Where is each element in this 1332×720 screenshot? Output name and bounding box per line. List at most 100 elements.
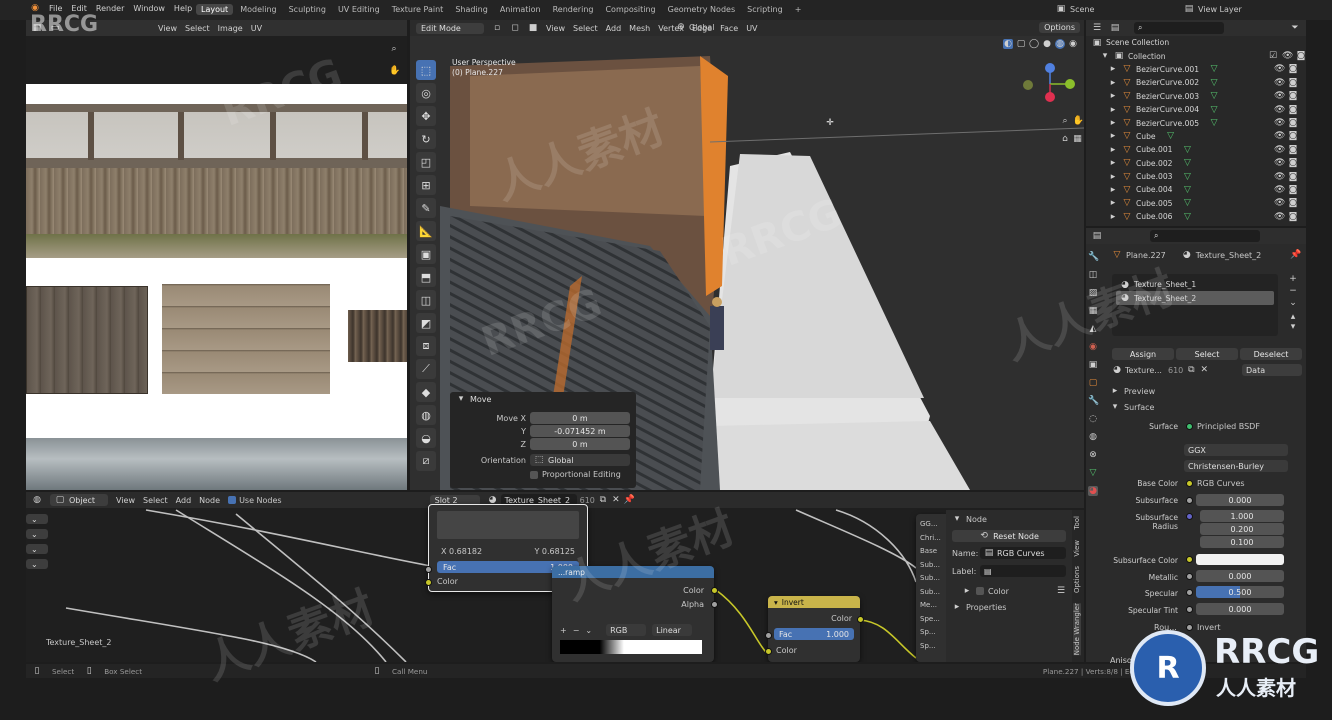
expand-arrow-icon[interactable]: ▸ <box>1108 145 1118 155</box>
tab-uv-editing[interactable]: UV Editing <box>333 4 385 15</box>
outliner-item[interactable]: ▸ ▽ BezierCurve.004 ▽ 👁 ◙ <box>1086 103 1306 116</box>
particles-tab-icon[interactable]: ◌ <box>1088 414 1098 424</box>
vertex-select-icon[interactable]: ▫ <box>492 23 502 33</box>
tab-node-wrangler[interactable]: Node Wrangler <box>1073 603 1081 656</box>
outliner-scene-collection[interactable]: ▣ Scene Collection <box>1086 36 1306 49</box>
menu-uv[interactable]: UV <box>746 24 757 33</box>
menu-add[interactable]: Add <box>606 24 622 33</box>
invert-out-socket-icon[interactable] <box>857 616 864 623</box>
camera-icon[interactable]: ◙ <box>1288 212 1298 222</box>
eye-icon[interactable]: 👁 <box>1274 185 1285 195</box>
world-tab-icon[interactable]: ◉ <box>1088 342 1098 352</box>
ramp-gradient[interactable] <box>560 640 702 654</box>
outliner-item[interactable]: ▸ ▽ BezierCurve.002 ▽ 👁 ◙ <box>1086 76 1306 89</box>
hand-icon[interactable]: ✋ <box>389 66 400 76</box>
viewport-3d[interactable]: Edit Mode ▫ ◻ ■ View Select Add Mesh Ver… <box>410 20 1084 490</box>
view-layer-tab-icon[interactable]: ▦ <box>1088 306 1098 316</box>
expand-arrow-icon[interactable]: ▸ <box>1108 185 1118 195</box>
loop-cut-tool-icon[interactable]: ⧈ <box>416 336 436 356</box>
extrude-tool-icon[interactable]: ⬒ <box>416 267 436 287</box>
subsurface-radius-z[interactable]: 0.100 <box>1200 536 1284 548</box>
remove-stop-icon[interactable]: − <box>573 626 580 635</box>
surface-section[interactable]: ▾ Surface <box>1110 402 1155 412</box>
camera-icon[interactable]: ◙ <box>1288 145 1298 155</box>
zoom-icon[interactable]: ⌕ <box>1060 116 1070 126</box>
blender-logo-icon[interactable]: ◉ <box>30 3 40 13</box>
preview-section[interactable]: ▸ Preview <box>1110 386 1155 396</box>
tab-options[interactable]: Options <box>1073 566 1081 593</box>
outliner-item[interactable]: ▸ ▽ BezierCurve.003 ▽ 👁 ◙ <box>1086 90 1306 103</box>
node-color-row[interactable]: ▸ Color ☰ <box>946 580 1072 598</box>
camera-icon[interactable]: ◙ <box>1288 172 1298 182</box>
camera-icon[interactable]: ◙ <box>1296 51 1306 61</box>
node-editor[interactable]: ◍ ▢ Object View Select Add Node Use Node… <box>26 492 1084 662</box>
smooth-tool-icon[interactable]: ◒ <box>416 428 436 448</box>
ramp-interpolation[interactable]: Linear <box>652 624 693 636</box>
camera-icon[interactable]: ◙ <box>1288 158 1298 168</box>
filter-icon[interactable]: ⏷ <box>1290 23 1300 33</box>
ramp-color-socket-icon[interactable] <box>711 587 718 594</box>
select-button[interactable]: Select <box>1176 348 1238 360</box>
face-select-icon[interactable]: ■ <box>528 23 538 33</box>
assign-button[interactable]: Assign <box>1112 348 1174 360</box>
add-workspace-icon[interactable]: + <box>790 4 807 15</box>
ramp-color-mode[interactable]: RGB <box>606 624 647 636</box>
eye-icon[interactable]: 👁 <box>1282 51 1293 61</box>
specular-field[interactable]: 0.500 <box>1196 586 1284 598</box>
outliner-item[interactable]: ▸ ▽ Cube.001 ▽ 👁 ◙ <box>1086 143 1306 156</box>
rotate-tool-icon[interactable]: ↻ <box>416 129 436 149</box>
camera-icon[interactable]: ◙ <box>1288 64 1298 74</box>
outliner-item[interactable]: ▸ ▽ Cube.005 ▽ 👁 ◙ <box>1086 197 1306 210</box>
move-tool-icon[interactable]: ✥ <box>416 106 436 126</box>
menu-view[interactable]: View <box>546 24 565 33</box>
material-tab-icon[interactable]: ◕ <box>1088 486 1098 496</box>
expand-arrow-icon[interactable]: ▸ <box>1108 131 1118 141</box>
camera-icon[interactable]: ◙ <box>1288 118 1298 128</box>
eye-icon[interactable]: 👁 <box>1274 91 1285 101</box>
spin-tool-icon[interactable]: ◍ <box>416 405 436 425</box>
inset-tool-icon[interactable]: ◫ <box>416 290 436 310</box>
distribution-dropdown[interactable]: GGX <box>1184 444 1288 456</box>
node-section-header[interactable]: ▾ Node <box>946 510 1072 528</box>
eye-icon[interactable]: 👁 <box>1274 78 1285 88</box>
constraints-tab-icon[interactable]: ⊗ <box>1088 450 1098 460</box>
object-tab-icon[interactable]: ▢ <box>1088 378 1098 388</box>
eye-icon[interactable]: 👁 <box>1274 105 1285 115</box>
slot-menu-icon[interactable]: ⌄ <box>1288 298 1298 308</box>
camera-icon[interactable]: ◙ <box>1288 185 1298 195</box>
move-x-field[interactable]: 0 m <box>530 412 630 424</box>
subsurface-color-swatch[interactable] <box>1196 554 1284 565</box>
subsurface-radius-x[interactable]: 1.000 <box>1200 510 1284 522</box>
outliner-search[interactable]: ⌕ <box>1134 22 1224 34</box>
outliner-item[interactable]: ▸ ▽ Cube.002 ▽ 👁 ◙ <box>1086 157 1306 170</box>
expand-arrow-icon[interactable]: ▸ <box>1108 78 1118 88</box>
expand-arrow-icon[interactable]: ▸ <box>1108 158 1118 168</box>
color-ramp-node[interactable]: ...ramp Color Alpha + − ⌄ RGB Linear <box>552 566 714 662</box>
tool-tab-icon[interactable]: 🔧 <box>1088 252 1099 262</box>
scale-tool-icon[interactable]: ◰ <box>416 152 436 172</box>
outliner-item[interactable]: ▸ ▽ Cube.006 ▽ 👁 ◙ <box>1086 210 1306 223</box>
data-tab-icon[interactable]: ▽ <box>1088 468 1098 478</box>
expand-arrow-icon[interactable]: ▸ <box>1108 198 1118 208</box>
node-label-field[interactable]: ▤ <box>980 565 1066 577</box>
subsurface-radius-y[interactable]: 0.200 <box>1200 523 1284 535</box>
color-checkbox-icon[interactable] <box>976 587 984 595</box>
render-tab-icon[interactable]: ◫ <box>1088 270 1098 280</box>
knife-tool-icon[interactable]: ⟋ <box>416 359 436 379</box>
hand-icon[interactable]: ✋ <box>1073 116 1084 126</box>
eye-icon[interactable]: 👁 <box>1274 172 1285 182</box>
shear-tool-icon[interactable]: ⧄ <box>416 451 436 471</box>
tab-compositing[interactable]: Compositing <box>600 4 660 15</box>
tab-scripting[interactable]: Scripting <box>742 4 788 15</box>
subsurface-field[interactable]: 0.000 <box>1196 494 1284 506</box>
subsurface-method-dropdown[interactable]: Christensen-Burley <box>1184 460 1288 472</box>
curve-graph[interactable] <box>437 511 579 539</box>
outliner-item[interactable]: ▸ ▽ Cube ▽ 👁 ◙ <box>1086 130 1306 143</box>
expand-arrow-icon[interactable]: ▸ <box>1108 172 1118 182</box>
move-z-field[interactable]: 0 m <box>530 438 630 450</box>
mode-icon[interactable]: ▭ <box>50 23 60 33</box>
view-layer-selector[interactable]: ▤ View Layer <box>1184 4 1324 14</box>
expand-arrow-icon[interactable]: ▸ <box>1108 91 1118 101</box>
tab-texture-paint[interactable]: Texture Paint <box>387 4 449 15</box>
output-tab-icon[interactable]: ▨ <box>1088 288 1098 298</box>
